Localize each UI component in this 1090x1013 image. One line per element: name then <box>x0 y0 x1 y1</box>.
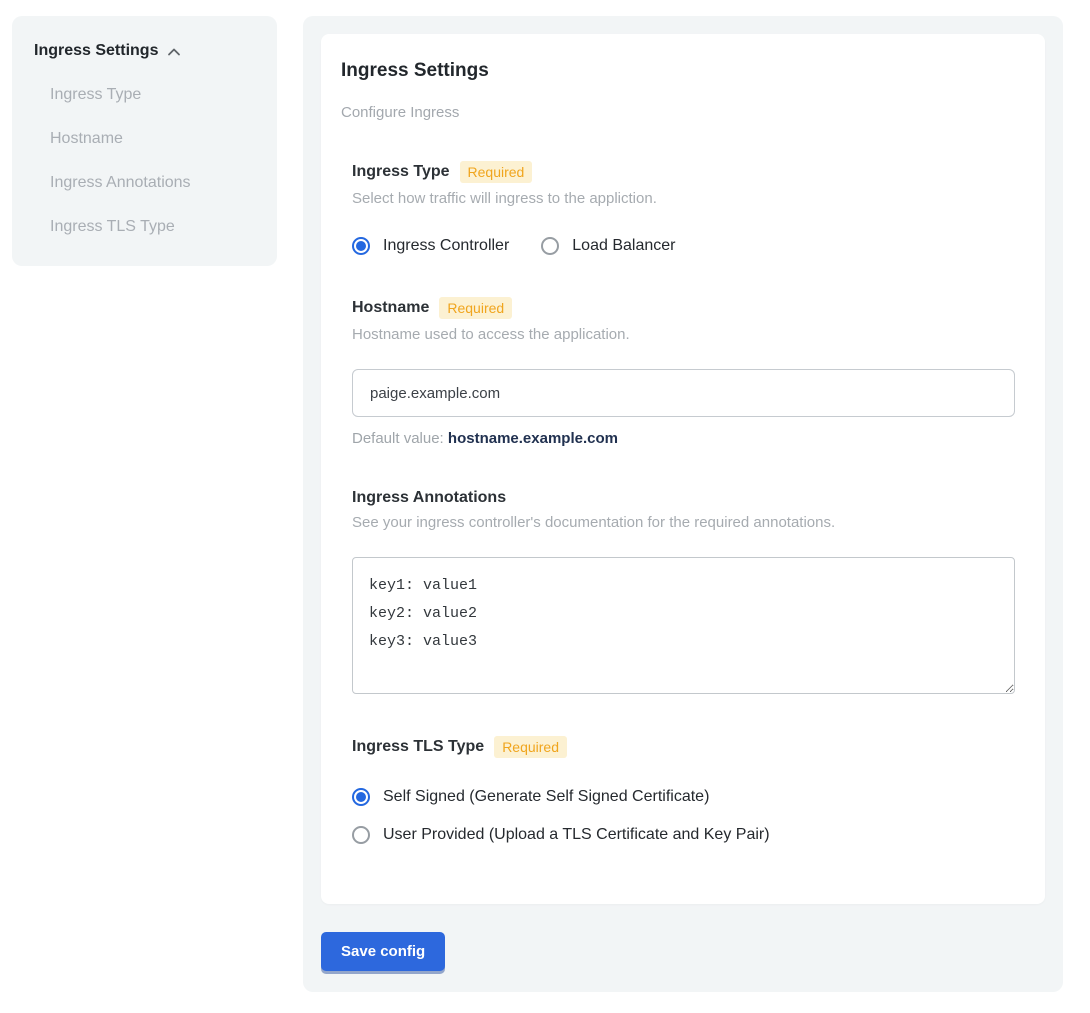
radio-label: Load Balancer <box>572 237 675 255</box>
radio-icon[interactable] <box>352 237 370 255</box>
page-title: Ingress Settings <box>341 60 1015 82</box>
section-heading: Ingress Type Required <box>352 161 1015 183</box>
hostname-default-value: Default value: hostname.example.com <box>352 430 1015 447</box>
ingress-type-radio-group: Ingress Controller Load Balancer <box>352 237 1015 255</box>
section-heading: Ingress Annotations <box>352 489 1015 507</box>
default-value-text: hostname.example.com <box>448 430 618 447</box>
radio-option-ingress-controller[interactable]: Ingress Controller <box>352 237 509 255</box>
radio-icon[interactable] <box>352 788 370 806</box>
sidebar-item-ingress-tls-type[interactable]: Ingress TLS Type <box>50 218 255 236</box>
sidebar-group-ingress-settings[interactable]: Ingress Settings <box>34 42 255 60</box>
section-ingress-annotations: Ingress Annotations See your ingress con… <box>352 489 1015 694</box>
ingress-settings-card: Ingress Settings Configure Ingress Ingre… <box>321 34 1045 904</box>
section-label-ingress-tls-type: Ingress TLS Type <box>352 738 484 756</box>
main-panel: Ingress Settings Configure Ingress Ingre… <box>303 16 1063 992</box>
ingress-annotations-textarea[interactable]: key1: value1 key2: value2 key3: value3 <box>352 557 1015 694</box>
section-label-hostname: Hostname <box>352 299 429 317</box>
radio-label: User Provided (Upload a TLS Certificate … <box>383 826 770 844</box>
sidebar-group-label: Ingress Settings <box>34 42 158 60</box>
radio-icon[interactable] <box>352 826 370 844</box>
sidebar: Ingress Settings Ingress Type Hostname I… <box>12 16 277 266</box>
section-label-ingress-type: Ingress Type <box>352 163 450 181</box>
chevron-up-icon <box>166 44 182 60</box>
section-heading: Hostname Required <box>352 297 1015 319</box>
section-ingress-type: Ingress Type Required Select how traffic… <box>352 161 1015 255</box>
required-badge: Required <box>460 161 533 183</box>
sidebar-item-ingress-annotations[interactable]: Ingress Annotations <box>50 174 255 192</box>
section-description: See your ingress controller's documentat… <box>352 514 1015 531</box>
hostname-input[interactable] <box>352 369 1015 417</box>
radio-option-self-signed[interactable]: Self Signed (Generate Self Signed Certif… <box>352 788 1015 806</box>
radio-label: Self Signed (Generate Self Signed Certif… <box>383 788 709 806</box>
page: Ingress Settings Ingress Type Hostname I… <box>0 0 1090 1013</box>
section-description: Select how traffic will ingress to the a… <box>352 190 1015 207</box>
page-subtitle: Configure Ingress <box>341 104 1015 121</box>
radio-option-user-provided[interactable]: User Provided (Upload a TLS Certificate … <box>352 826 1015 844</box>
tls-type-radio-group: Self Signed (Generate Self Signed Certif… <box>352 788 1015 844</box>
section-ingress-tls-type: Ingress TLS Type Required Self Signed (G… <box>352 736 1015 844</box>
default-value-prefix: Default value: <box>352 430 444 447</box>
save-config-button[interactable]: Save config <box>321 932 445 971</box>
radio-label: Ingress Controller <box>383 237 509 255</box>
sidebar-item-ingress-type[interactable]: Ingress Type <box>50 86 255 104</box>
section-hostname: Hostname Required Hostname used to acces… <box>352 297 1015 447</box>
sidebar-item-hostname[interactable]: Hostname <box>50 130 255 148</box>
required-badge: Required <box>494 736 567 758</box>
sidebar-items: Ingress Type Hostname Ingress Annotation… <box>34 86 255 236</box>
radio-icon[interactable] <box>541 237 559 255</box>
section-heading: Ingress TLS Type Required <box>352 736 1015 758</box>
form-sections: Ingress Type Required Select how traffic… <box>352 161 1015 844</box>
required-badge: Required <box>439 297 512 319</box>
section-label-ingress-annotations: Ingress Annotations <box>352 489 506 507</box>
section-description: Hostname used to access the application. <box>352 326 1015 343</box>
radio-option-load-balancer[interactable]: Load Balancer <box>541 237 675 255</box>
